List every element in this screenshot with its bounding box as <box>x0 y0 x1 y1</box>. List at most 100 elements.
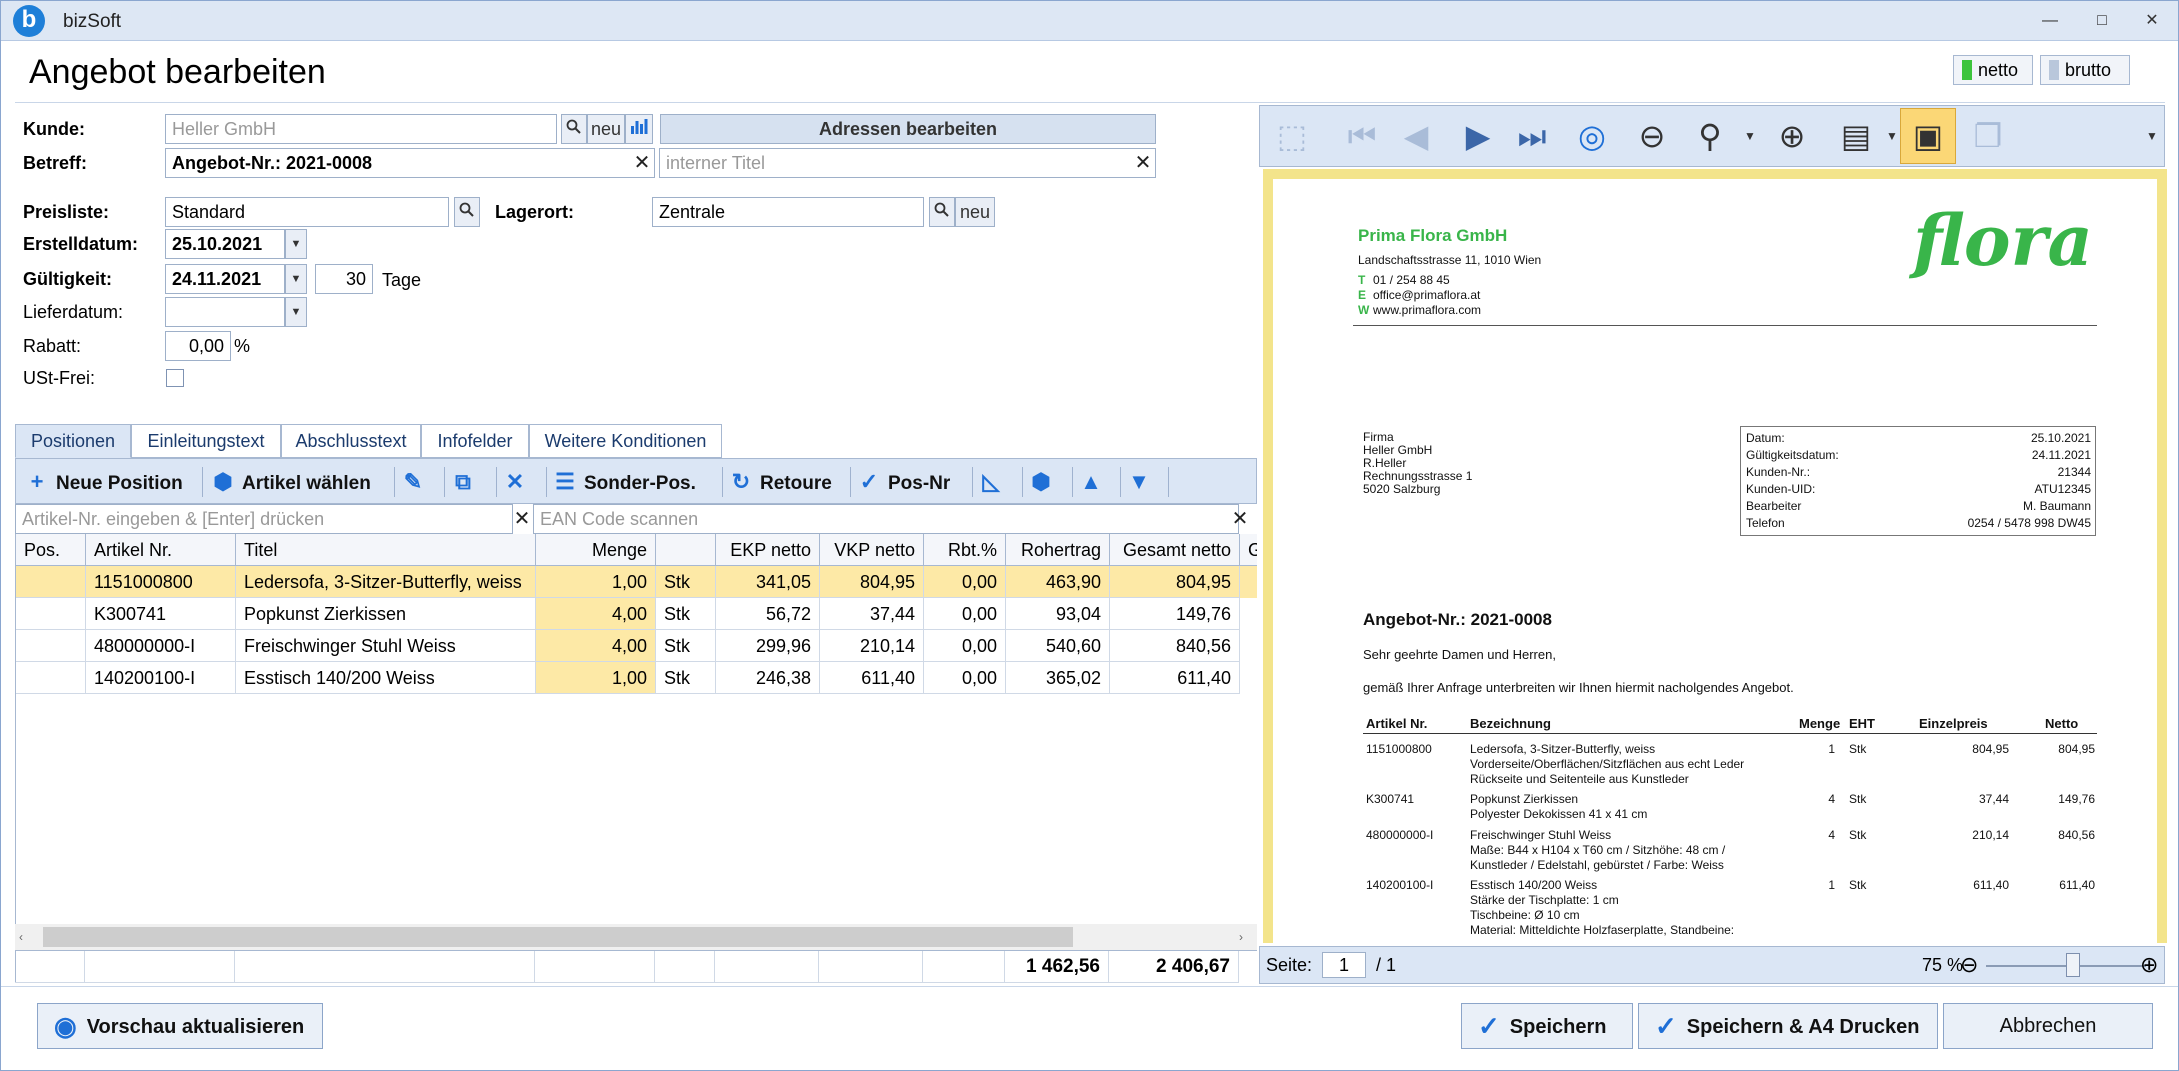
move-down-button[interactable]: ▼ <box>1126 467 1158 497</box>
abbrechen-button[interactable]: Abbrechen <box>1943 1003 2153 1049</box>
col-rohertrag[interactable]: Rohertrag <box>1006 534 1110 566</box>
col-ekp-netto[interactable]: EKP netto <box>716 534 820 566</box>
cell-artikel[interactable]: K300741 <box>86 598 236 630</box>
tab-positionen[interactable]: Positionen <box>15 424 131 458</box>
zoom-out-icon[interactable]: ⊖ <box>1630 116 1674 156</box>
articles-button[interactable]: ⬢ <box>1028 467 1060 497</box>
lagerort-input[interactable]: Zentrale <box>652 197 924 227</box>
retoure-button[interactable]: ↻ Retoure <box>728 467 832 497</box>
cell-pos[interactable] <box>16 598 86 630</box>
first-page-icon[interactable]: ⏮ <box>1340 116 1384 156</box>
cell-ekp[interactable]: 56,72 <box>716 598 820 630</box>
zoom-minus-icon[interactable]: ⊖ <box>1960 953 1978 977</box>
tage-input[interactable]: 30 <box>315 264 373 294</box>
intern-titel-input[interactable]: interner Titel <box>659 148 1156 178</box>
betreff-clear-icon[interactable]: ✕ <box>631 149 653 177</box>
lagerort-neu-button[interactable]: neu <box>955 197 995 227</box>
table-row[interactable]: 1151000800 Ledersofa, 3-Sitzer-Butterfly,… <box>16 566 1257 598</box>
cell-gesamt[interactable]: 840,56 <box>1110 630 1240 662</box>
col-menge[interactable]: Menge <box>536 534 656 566</box>
cell-artikel[interactable]: 480000000-I <box>86 630 236 662</box>
artikel-nr-input[interactable]: Artikel-Nr. eingeben & [Enter] drücken <box>15 504 513 534</box>
cell-titel[interactable]: Ledersofa, 3-Sitzer-Butterfly, weiss <box>236 566 536 598</box>
lieferdatum-dropdown-icon[interactable]: ▼ <box>285 297 307 327</box>
col-vkp-netto[interactable]: VKP netto <box>820 534 924 566</box>
previous-page-icon[interactable]: ◀ <box>1394 116 1438 156</box>
adressen-bearbeiten-button[interactable]: Adressen bearbeiten <box>660 114 1156 144</box>
cell-menge[interactable]: 4,00 <box>536 630 656 662</box>
kunde-search-button[interactable] <box>561 114 587 144</box>
table-row[interactable]: K300741 Popkunst Zierkissen 4,00 Stk 56,72 37… <box>16 598 1257 630</box>
delete-button[interactable]: ✕ <box>502 467 534 497</box>
col-pos[interactable]: Pos. <box>16 534 86 566</box>
pos-nr-button[interactable]: ✓ Pos-Nr <box>856 467 951 497</box>
cell-einheit[interactable]: Stk <box>656 630 716 662</box>
cell-pos[interactable] <box>16 662 86 694</box>
cell-rohertrag[interactable]: 365,02 <box>1006 662 1110 694</box>
cell-titel[interactable]: Freischwinger Stuhl Weiss <box>236 630 536 662</box>
kunde-stats-button[interactable] <box>625 114 653 144</box>
lieferdatum-input[interactable] <box>165 297 285 327</box>
edit-button[interactable]: ✎ <box>400 467 432 497</box>
cell-menge[interactable]: 1,00 <box>536 662 656 694</box>
brutto-toggle[interactable]: brutto <box>2040 55 2130 85</box>
cell-menge[interactable]: 4,00 <box>536 598 656 630</box>
kunde-neu-button[interactable]: neu <box>587 114 625 144</box>
last-page-icon[interactable]: ⏭ <box>1510 116 1554 156</box>
scroll-right-icon[interactable]: › <box>1239 930 1243 944</box>
preisliste-search-button[interactable] <box>454 197 480 227</box>
cell-ekp[interactable]: 341,05 <box>716 566 820 598</box>
cell-vkp[interactable]: 804,95 <box>820 566 924 598</box>
seite-input[interactable]: 1 <box>1322 952 1366 978</box>
cell-rohertrag[interactable]: 463,90 <box>1006 566 1110 598</box>
single-page-icon[interactable]: ▣ <box>1900 108 1956 164</box>
kunde-input[interactable]: Heller GmbH <box>165 114 557 144</box>
intern-clear-icon[interactable]: ✕ <box>1132 149 1154 177</box>
tab-weitere-konditionen[interactable]: Weitere Konditionen <box>529 424 722 458</box>
gueltigkeit-input[interactable]: 24.11.2021 <box>165 264 285 294</box>
cell-rbt[interactable]: 0,00 <box>924 630 1006 662</box>
cell-menge[interactable]: 1,00 <box>536 566 656 598</box>
col-gesamt-netto[interactable]: Gesamt netto <box>1110 534 1240 566</box>
cell-titel[interactable]: Esstisch 140/200 Weiss <box>236 662 536 694</box>
cell-artikel[interactable]: 1151000800 <box>86 566 236 598</box>
cell-ekp[interactable]: 299,96 <box>716 630 820 662</box>
cell-einheit[interactable]: Stk <box>656 598 716 630</box>
ustfrei-checkbox[interactable] <box>166 369 184 387</box>
col-rabatt[interactable]: Rbt.% <box>924 534 1006 566</box>
cell-rohertrag[interactable]: 93,04 <box>1006 598 1110 630</box>
cell-pos[interactable] <box>16 630 86 662</box>
cell-rbt[interactable]: 0,00 <box>924 598 1006 630</box>
artikel-clear-icon[interactable]: ✕ <box>511 505 533 533</box>
rabatt-input[interactable]: 0,00 <box>165 331 231 361</box>
neue-position-button[interactable]: + Neue Position <box>24 467 183 497</box>
artikel-waehlen-button[interactable]: ⬢ Artikel wählen <box>210 467 370 497</box>
vorschau-aktualisieren-button[interactable]: ◉ Vorschau aktualisieren <box>37 1003 323 1049</box>
toolbar-overflow-icon[interactable]: ▼ <box>2130 116 2174 156</box>
cell-gesamt[interactable]: 149,76 <box>1110 598 1240 630</box>
multi-page-icon[interactable]: ❐ <box>1966 116 2010 156</box>
document-preview[interactable]: Prima Flora GmbH Landschaftsstrasse 11, … <box>1263 169 2167 943</box>
col-einheit[interactable] <box>656 534 716 566</box>
col-artikel-nr[interactable]: Artikel Nr. <box>86 534 236 566</box>
cell-rbt[interactable]: 0,00 <box>924 662 1006 694</box>
zoom-plus-icon[interactable]: ⊕ <box>2140 953 2158 977</box>
cell-gesamt[interactable]: 804,95 <box>1110 566 1240 598</box>
cell-vkp[interactable]: 37,44 <box>820 598 924 630</box>
netto-toggle[interactable]: netto <box>1953 55 2033 85</box>
speichern-button[interactable]: ✓ Speichern <box>1461 1003 1633 1049</box>
cell-vkp[interactable]: 611,40 <box>820 662 924 694</box>
cell-pos[interactable] <box>16 566 86 598</box>
zoom-icon[interactable]: ⚲ <box>1688 116 1732 156</box>
close-button[interactable]: ✕ <box>2141 11 2163 31</box>
zoom-dropdown-icon[interactable]: ▼ <box>1728 116 1772 156</box>
erstelldatum-dropdown-icon[interactable]: ▼ <box>285 229 307 259</box>
table-row[interactable]: 140200100-I Esstisch 140/200 Weiss 1,00 Stk… <box>16 662 1257 694</box>
tab-abschlusstext[interactable]: Abschlusstext <box>281 424 421 458</box>
cell-ekp[interactable]: 246,38 <box>716 662 820 694</box>
cell-rbt[interactable]: 0,00 <box>924 566 1006 598</box>
scroll-left-icon[interactable]: ‹ <box>19 930 23 944</box>
ean-input[interactable]: EAN Code scannen <box>533 504 1239 534</box>
tab-infofelder[interactable]: Infofelder <box>421 424 529 458</box>
ruler-button[interactable]: ◺ <box>978 467 1010 497</box>
